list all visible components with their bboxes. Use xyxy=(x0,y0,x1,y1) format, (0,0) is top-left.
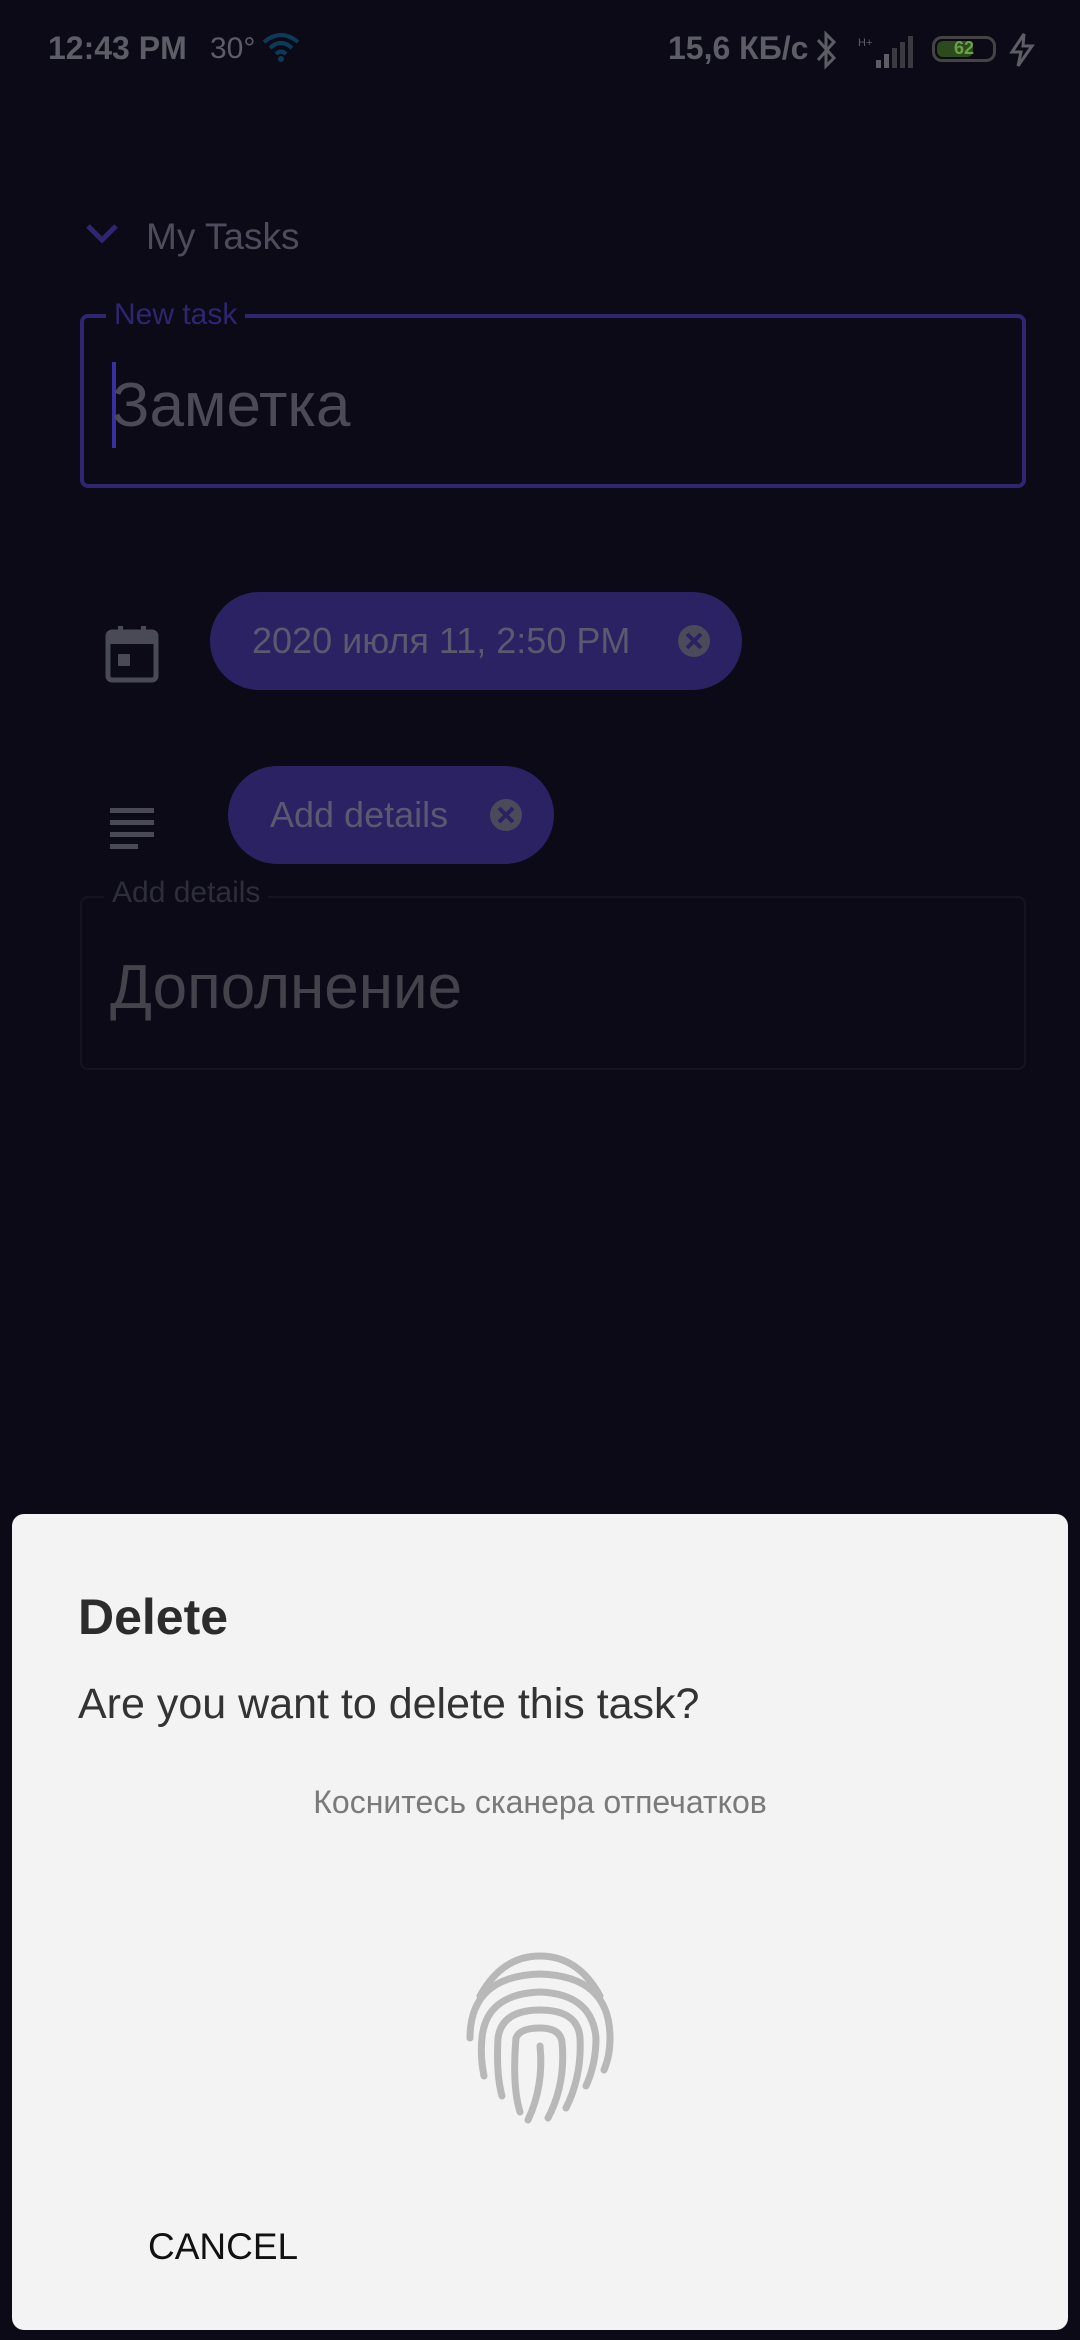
svg-text:H+: H+ xyxy=(858,37,872,49)
due-date-text: 2020 июля 11, 2:50 PM xyxy=(252,620,631,661)
due-date-chip[interactable]: 2020 июля 11, 2:50 PM xyxy=(210,592,742,690)
chevron-down-icon xyxy=(86,224,118,244)
network-speed: 15,6 КБ/с xyxy=(668,30,809,66)
clear-date-icon[interactable] xyxy=(676,623,712,659)
add-details-chip[interactable]: Add details xyxy=(228,766,554,864)
battery-icon: 62 xyxy=(932,36,996,62)
status-bar: 12:43 PM 30° 15,6 КБ/с H+ 62 xyxy=(0,0,1080,104)
bluetooth-icon xyxy=(816,30,837,70)
notes-icon xyxy=(110,808,154,849)
dialog-title: Delete xyxy=(78,1589,229,1645)
task-title-input[interactable]: Заметка xyxy=(112,370,350,441)
battery-level: 62 xyxy=(953,38,975,58)
add-details-chip-label: Add details xyxy=(270,794,449,835)
charging-icon xyxy=(1009,33,1035,67)
task-details-label: Add details xyxy=(104,876,269,910)
task-list-name: My Tasks xyxy=(146,216,300,257)
fingerprint-icon[interactable] xyxy=(462,1946,618,2126)
calendar-icon xyxy=(105,626,159,683)
task-title-field[interactable]: New task Заметка xyxy=(80,298,1026,488)
task-title-label: New task xyxy=(106,298,246,332)
task-details-input[interactable]: Дополнение xyxy=(110,952,462,1023)
delete-dialog: Delete Are you want to delete this task?… xyxy=(12,1514,1068,2330)
task-details-field[interactable]: Add details Дополнение xyxy=(80,876,1026,1070)
status-time: 12:43 PM xyxy=(48,30,187,66)
dialog-message: Are you want to delete this task? xyxy=(78,1680,700,1728)
signal-icon: H+ xyxy=(858,36,913,68)
wifi-icon xyxy=(262,33,300,62)
cancel-button[interactable]: CANCEL xyxy=(148,2226,298,2268)
clear-details-icon[interactable] xyxy=(488,797,524,833)
status-temperature: 30° xyxy=(210,32,256,65)
fingerprint-hint: Коснитесь сканера отпечатков xyxy=(313,1784,767,1820)
